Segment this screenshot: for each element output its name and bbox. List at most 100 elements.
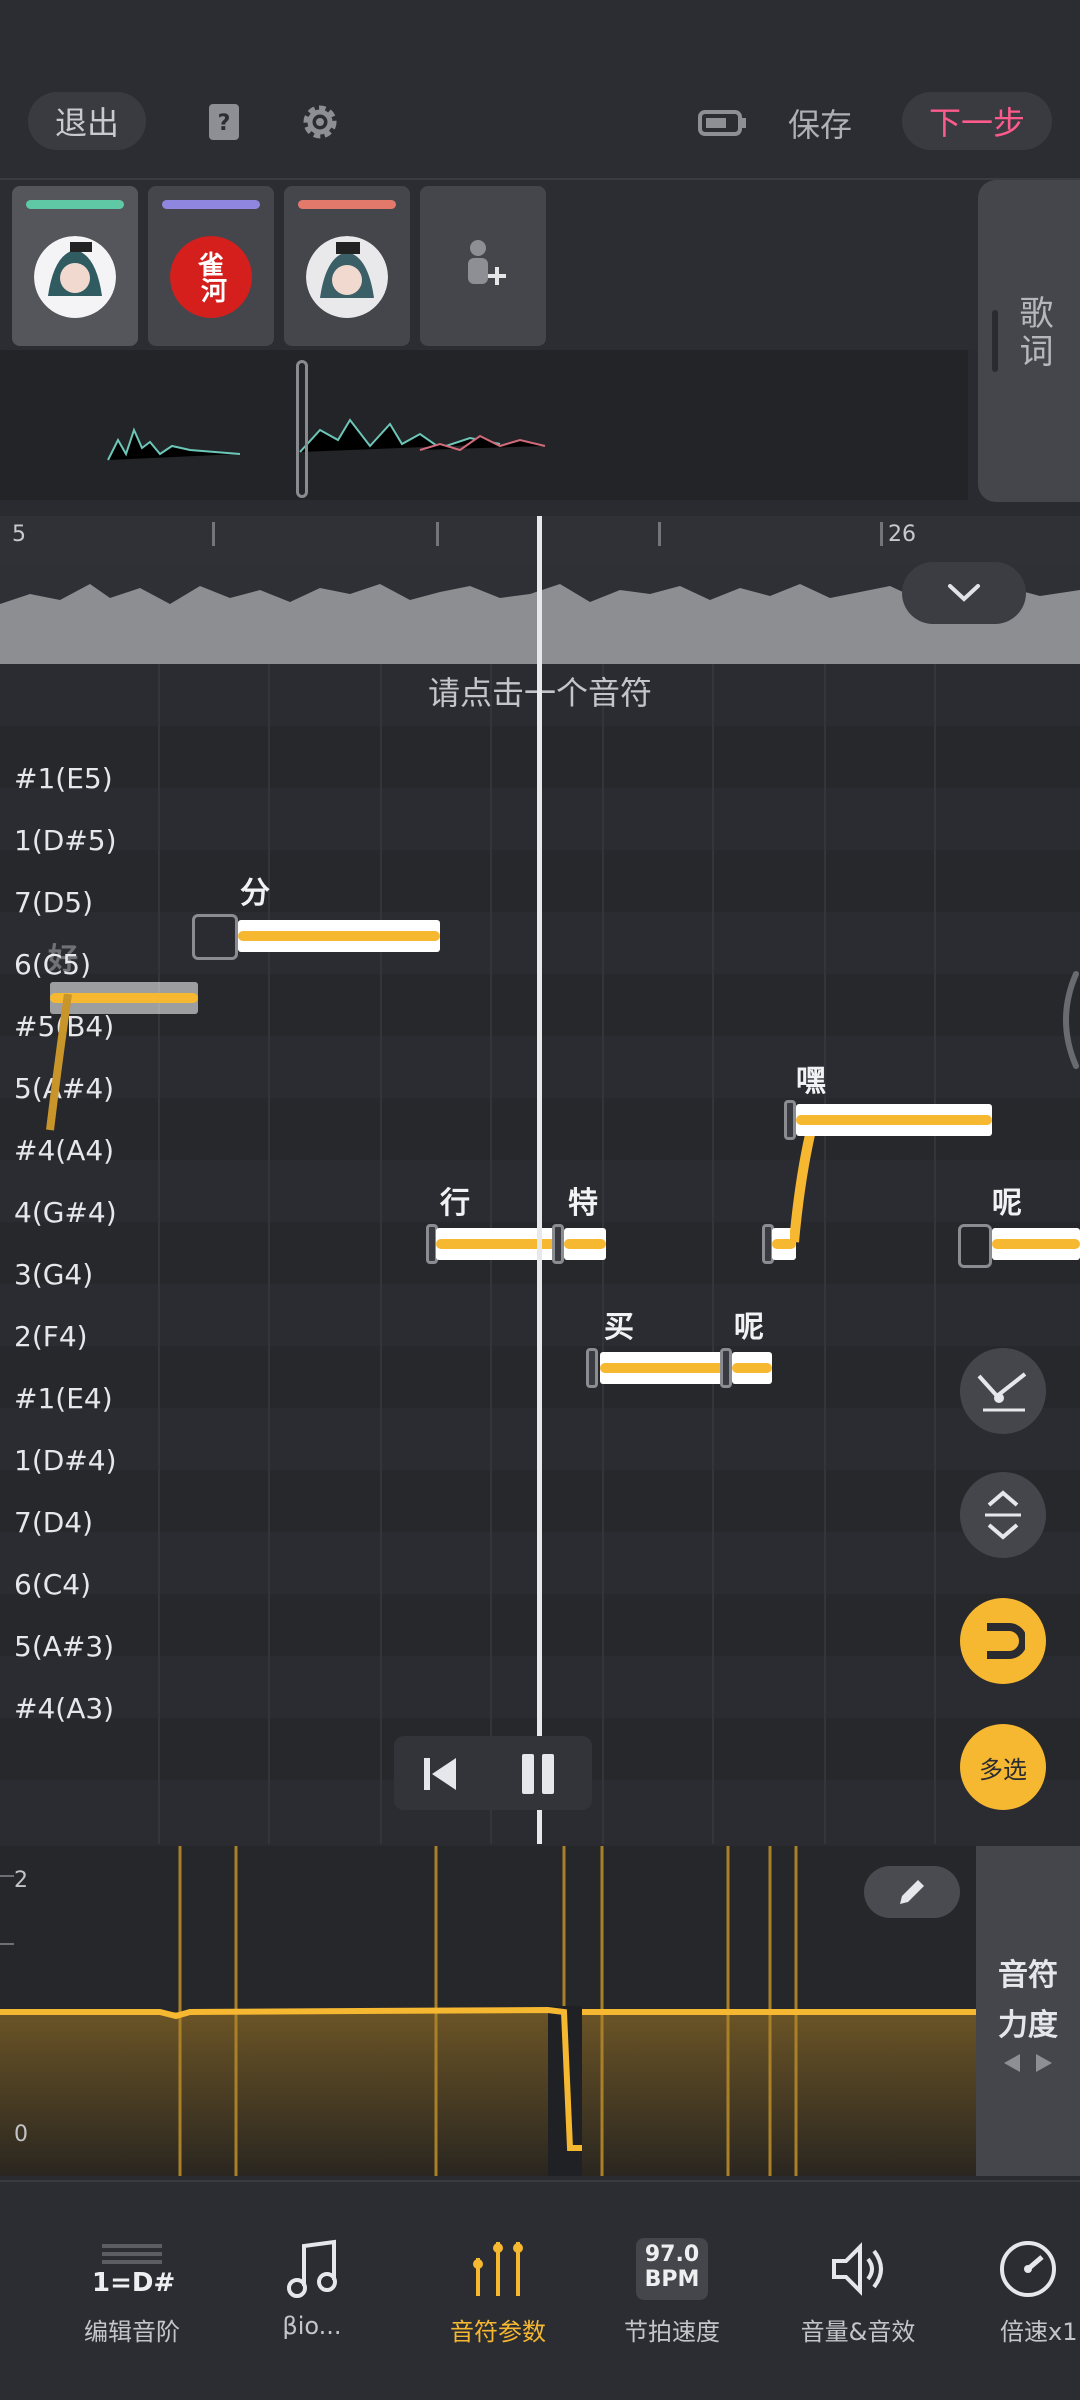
collapse-dropdown[interactable]	[902, 562, 1026, 624]
song-overview[interactable]	[0, 350, 968, 500]
snap-magnet-button[interactable]	[960, 1598, 1046, 1684]
note-lyric: 嘿	[796, 1064, 826, 1099]
pencil-icon	[900, 1880, 924, 1904]
pause-icon[interactable]	[516, 1752, 560, 1796]
nav-note-params[interactable]: 音符参数	[418, 2238, 578, 2347]
edit-button[interactable]	[864, 1866, 960, 1918]
bpm-icon: 97.0 BPM	[592, 2238, 752, 2300]
track-color-bar	[298, 200, 396, 209]
scale-icon: 1=D#	[52, 2238, 212, 2300]
avatar: 雀河	[170, 236, 252, 318]
note-handle[interactable]	[784, 1100, 796, 1140]
transport-controls	[394, 1736, 592, 1810]
note-lyric: 特	[568, 1186, 598, 1221]
nav-edit-scale[interactable]: 1=D# 编辑音阶	[52, 2238, 212, 2347]
track-card-1[interactable]	[12, 186, 138, 346]
gear-icon[interactable]	[298, 100, 342, 144]
lyrics-tab[interactable]: 歌词	[978, 180, 1080, 502]
note-block[interactable]	[796, 1104, 992, 1136]
parameter-tab[interactable]: 音符 力度	[976, 1846, 1080, 2176]
switch-arrows-icon[interactable]	[1000, 2052, 1056, 2074]
ruler-tick	[880, 522, 883, 546]
add-singer-button[interactable]	[420, 186, 546, 346]
exit-button[interactable]: 退出	[28, 92, 146, 150]
note-handle[interactable]	[192, 914, 238, 960]
pitch-label: 1(D#4)	[14, 1444, 117, 1477]
pitch-label: 5(A#3)	[14, 1630, 115, 1663]
nav-tempo[interactable]: 97.0 BPM 节拍速度	[592, 2238, 752, 2347]
svg-text:?: ?	[218, 111, 231, 136]
next-button[interactable]: 下一步	[902, 92, 1052, 150]
overview-notes	[107, 418, 546, 461]
lyrics-tab-label: 歌词	[1013, 295, 1053, 371]
avatar	[306, 236, 388, 318]
help-icon[interactable]: ?	[202, 100, 246, 144]
lane-tick-label: 0	[14, 2122, 28, 2147]
nav-bio[interactable]: βio...	[232, 2238, 392, 2340]
magnet-icon	[987, 1623, 1025, 1659]
note-block[interactable]	[992, 1228, 1080, 1260]
ruler-tick	[212, 522, 215, 546]
speed-icon	[962, 2238, 1080, 2300]
pitch-label: #4(A3)	[14, 1692, 115, 1725]
pitch-label: 4(G#4)	[14, 1196, 117, 1229]
overview-cursor[interactable]	[296, 360, 308, 498]
velocity-curve	[0, 1846, 976, 2176]
pitch-curve	[46, 994, 72, 1131]
param-tab-title: 音符	[998, 1958, 1058, 1993]
track-card-3[interactable]	[284, 186, 410, 346]
drag-handle[interactable]	[992, 310, 998, 372]
top-bar: 退出 ? 保存 下一步	[0, 0, 1080, 178]
nav-label: 倍速x1	[1000, 2318, 1078, 2346]
track-card-2[interactable]: 雀河	[148, 186, 274, 346]
note-lyric: 好	[48, 942, 78, 977]
music-note-icon	[232, 2238, 392, 2300]
note-lyric: 分	[240, 876, 270, 911]
note-block[interactable]	[600, 1352, 728, 1384]
note-handle[interactable]	[958, 1224, 992, 1268]
note-handle[interactable]	[586, 1348, 598, 1388]
nav-label: 音符参数	[450, 2318, 546, 2346]
nav-speed[interactable]: 倍速x1	[962, 2238, 1080, 2347]
volume-icon	[778, 2238, 938, 2300]
ruler-number: 26	[888, 522, 916, 547]
param-tab-title: 力度	[998, 2008, 1058, 2043]
pitch-label: 7(D5)	[14, 886, 94, 919]
multi-select-button[interactable]: 多选	[960, 1724, 1046, 1810]
track-color-bar	[26, 200, 124, 209]
save-button[interactable]: 保存	[788, 100, 852, 146]
note-params-icon	[418, 2238, 578, 2300]
svg-text:河: 河	[201, 277, 227, 307]
note-block[interactable]	[564, 1228, 606, 1260]
pitch-label: 7(D4)	[14, 1506, 94, 1539]
vertical-zoom-button[interactable]	[960, 1472, 1046, 1558]
note-block[interactable]	[238, 920, 440, 952]
avatar	[34, 236, 116, 318]
note-handle[interactable]	[552, 1224, 564, 1264]
ruler-tick	[658, 522, 661, 546]
pitch-label: #1(E5)	[14, 762, 113, 795]
chevron-down-icon	[948, 584, 980, 602]
note-velocity-lane[interactable]: 2 0	[0, 1846, 976, 2176]
pitch-label: 2(F4)	[14, 1320, 88, 1353]
scroll-handle[interactable]	[1052, 970, 1080, 1070]
ruler-number: 5	[12, 522, 26, 547]
expand-vertical-icon	[985, 1490, 1021, 1540]
lane-tick-label: 2	[14, 1868, 28, 1893]
nav-label: 节拍速度	[624, 2318, 720, 2346]
nav-label: 音量&音效	[800, 2318, 916, 2346]
skip-back-icon[interactable]	[420, 1754, 460, 1794]
ruler-tick	[436, 522, 439, 546]
note-lyric: 买	[604, 1310, 634, 1345]
track-color-bar	[162, 200, 260, 209]
nav-label: βio...	[282, 2312, 342, 2340]
note-handle[interactable]	[720, 1348, 732, 1388]
pitch-label: 3(G4)	[14, 1258, 94, 1291]
note-lyric: 行	[440, 1186, 470, 1221]
nav-volume-effects[interactable]: 音量&音效	[778, 2238, 938, 2347]
pitch-curve-tool-button[interactable]	[960, 1348, 1046, 1434]
note-block[interactable]	[732, 1352, 772, 1384]
note-lyric: 呢	[992, 1186, 1022, 1221]
track-selector: 雀河	[0, 178, 1080, 350]
playhead[interactable]	[537, 516, 542, 1844]
